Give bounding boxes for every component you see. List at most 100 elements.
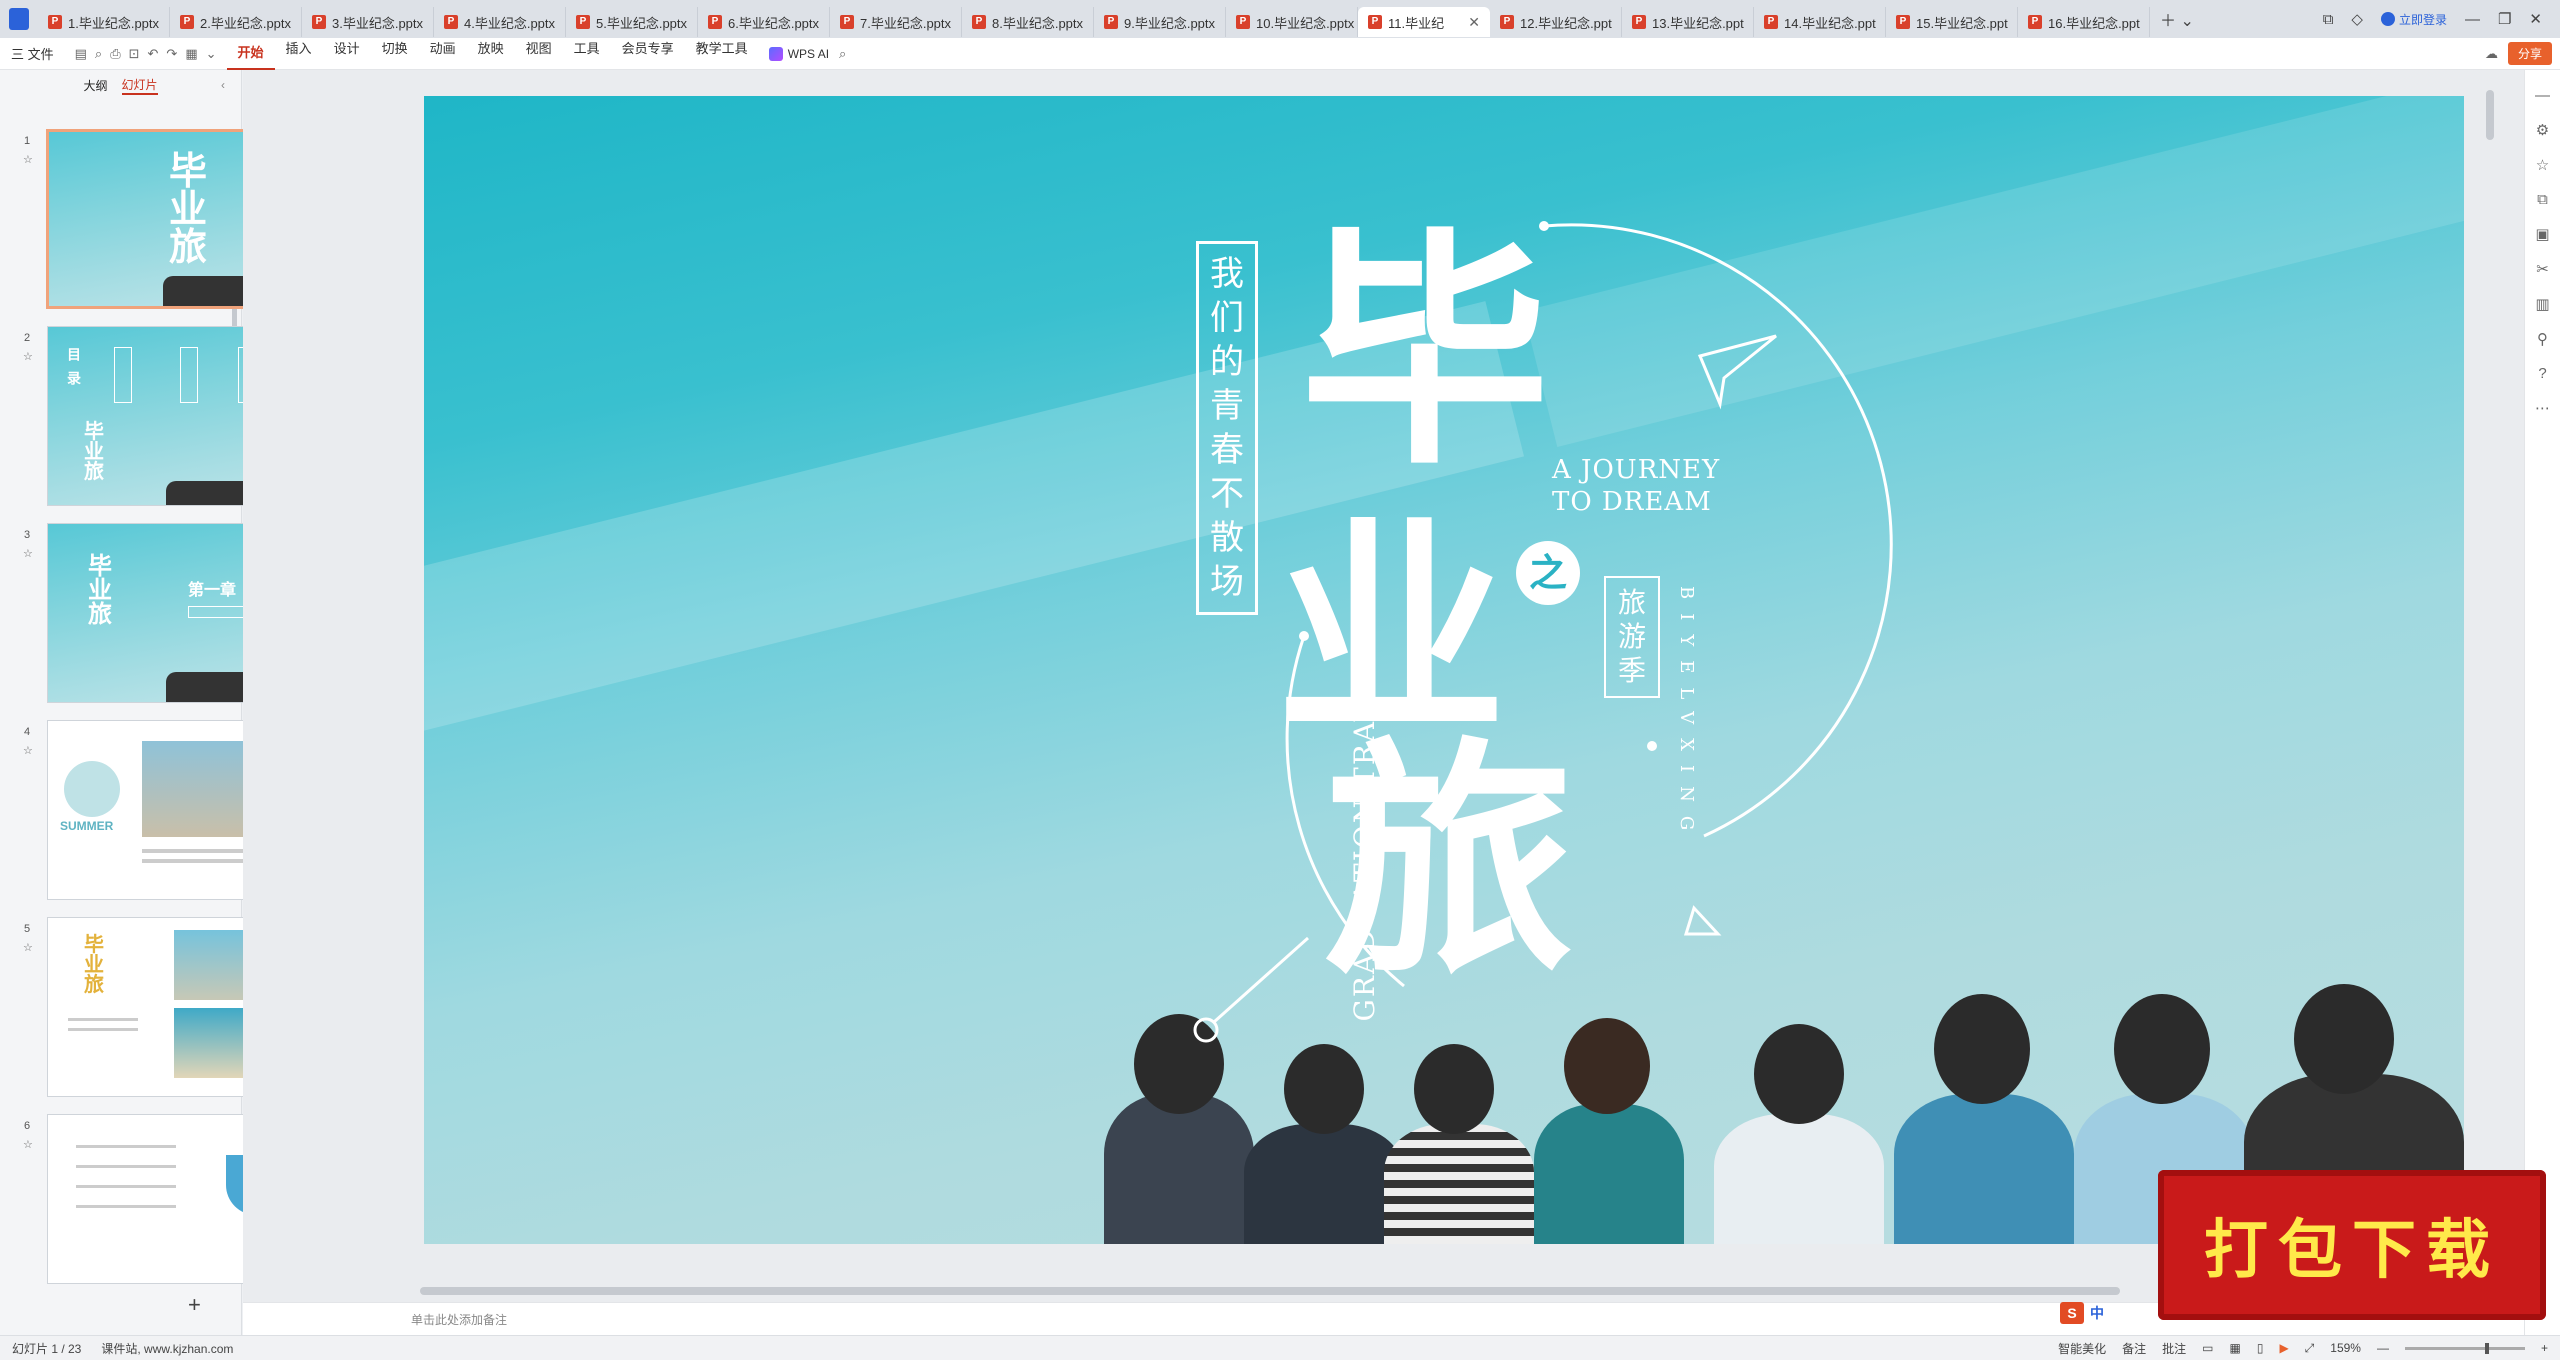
help-icon[interactable]: ? [2525,365,2560,382]
play-icon[interactable]: ▶ [2279,1341,2288,1355]
redo-icon[interactable]: ↷ [166,46,177,62]
save-icon[interactable]: ▤ [75,46,87,62]
zoom-level[interactable]: 159% [2330,1341,2361,1355]
minimize-icon[interactable]: — [2465,11,2480,28]
normal-view-icon[interactable]: ▭ [2202,1341,2213,1355]
share-button[interactable]: 分享 [2507,42,2552,65]
user-avatar-icon [2380,12,2395,26]
restore-icon[interactable]: ❐ [2498,10,2511,28]
copy-icon[interactable]: ⧉ [2525,191,2560,208]
zoom-in-icon[interactable]: + [2541,1341,2548,1355]
star-icon[interactable]: ☆ [23,1138,33,1151]
current-slide[interactable]: 我们的青春不散场 毕 业 旅 之 A JOURNEY TO DREAM 旅游季 … [424,96,2464,1244]
ribbon-tab[interactable]: 教学工具 [685,38,759,70]
tools-icon[interactable]: ✂ [2525,260,2560,278]
file-menu[interactable]: 三 文件 [0,44,65,63]
ribbon-tab[interactable]: 设计 [323,38,371,70]
file-tab[interactable]: P 16.毕业纪念.ppt [2018,7,2150,37]
file-tab[interactable]: P 8.毕业纪念.pptx [962,7,1094,37]
zhi-badge: 之 [1516,541,1580,605]
slide-horizontal-scrollbar[interactable] [420,1287,2120,1295]
star-icon[interactable]: ☆ [23,547,33,560]
cube-icon[interactable]: ◇ [2351,10,2363,28]
search-icon[interactable]: ⌕ [839,46,846,62]
title-char-2: 业 [1276,496,1507,766]
pptx-file-icon: P [1236,15,1250,29]
pinyin-text: BIYELVXING [1676,586,1697,845]
undo-icon[interactable]: ↶ [148,46,159,62]
pptx-file-icon: P [1632,15,1646,29]
adjust-icon[interactable]: ⚙ [2525,121,2560,139]
image-icon[interactable]: ▣ [2525,225,2560,243]
wps-app-icon[interactable] [0,0,38,38]
dropdown-icon[interactable]: ⌄ [206,46,217,62]
file-tab[interactable]: P 14.毕业纪念.ppt [1754,7,1886,37]
collapse-panel-icon[interactable]: ‹ [221,78,225,92]
slides-tab[interactable]: 幻灯片 [121,76,158,95]
ribbon-tab[interactable]: 开始 [226,38,275,70]
ribbon-tab[interactable]: 切换 [371,38,419,70]
window-layout-icon[interactable]: ⧉ [2323,11,2334,28]
open-icon[interactable]: ⌕ [95,46,102,62]
file-tab[interactable]: P 7.毕业纪念.pptx [830,7,962,37]
print-icon[interactable]: ⎙ [110,46,120,62]
cloud-icon[interactable]: ☁ [2485,46,2498,62]
reading-view-icon[interactable]: ▯ [2257,1341,2264,1355]
book-icon[interactable]: ▥ [2525,295,2560,313]
file-tab[interactable]: P 11.毕业纪 ✕ [1358,7,1490,37]
pptx-file-icon: P [444,15,458,29]
pptx-file-icon: P [576,15,590,29]
ribbon-tab[interactable]: 视图 [515,38,563,70]
wps-ai-button[interactable]: WPS AI [759,46,839,61]
fit-icon[interactable]: ⤢ [2305,1341,2315,1356]
ribbon-tab[interactable]: 插入 [275,38,323,70]
file-tab[interactable]: P 10.毕业纪念.pptx [1226,7,1358,37]
beautify-button[interactable]: 智能美化 [2058,1340,2106,1357]
ribbon-tab[interactable]: 会员专享 [611,38,685,70]
ime-indicator[interactable]: S 中 [2060,1302,2104,1324]
slide-counter: 幻灯片 1 / 23 [12,1341,82,1356]
star-icon[interactable]: ☆ [23,744,33,757]
outline-tab[interactable]: 大纲 [83,77,107,94]
english-line-1: A JOURNEY [1552,455,1721,485]
comments-button[interactable]: 批注 [2162,1340,2186,1357]
slide-vertical-scrollbar[interactable] [2486,90,2494,140]
minus-icon[interactable]: — [2525,87,2560,104]
file-tab[interactable]: P 12.毕业纪念.ppt [1490,7,1622,37]
close-tab-icon[interactable]: ✕ [1468,14,1480,31]
sorter-view-icon[interactable]: ▦ [2229,1341,2240,1355]
zoom-out-icon[interactable]: — [2377,1341,2389,1355]
title-char-1: 毕 [1300,204,1550,498]
ribbon-tab[interactable]: 工具 [563,38,611,70]
file-tab[interactable]: P 9.毕业纪念.pptx [1094,7,1226,37]
ribbon-tab[interactable]: 放映 [467,38,515,70]
star-tool-icon[interactable]: ☆ [2525,156,2560,174]
file-tab[interactable]: P 4.毕业纪念.pptx [434,7,566,37]
zoom-slider[interactable] [2404,1342,2525,1354]
star-icon[interactable]: ☆ [23,350,33,363]
preview-icon[interactable]: ⊡ [129,46,140,62]
pptx-file-icon: P [1368,15,1382,29]
format-painter-icon[interactable]: ▦ [185,46,197,62]
notes-button[interactable]: 备注 [2122,1340,2146,1357]
download-promo-badge[interactable]: 打包下载 [2158,1170,2546,1320]
file-tab[interactable]: P 1.毕业纪念.pptx [38,7,170,37]
ribbon-tab[interactable]: 动画 [419,38,467,70]
season-box: 旅游季 [1604,576,1660,698]
more-icon[interactable]: ⋯ [2525,399,2560,417]
star-icon[interactable]: ☆ [23,941,33,954]
add-slide-icon[interactable]: + [188,1292,201,1318]
file-tab[interactable]: P 13.毕业纪念.ppt [1622,7,1754,37]
pptx-file-icon: P [840,15,854,29]
file-tab[interactable]: P 3.毕业纪念.pptx [302,7,434,37]
file-tab[interactable]: P 5.毕业纪念.pptx [566,7,698,37]
close-window-icon[interactable]: ✕ [2529,10,2542,28]
login-button[interactable]: 立即登录 [2380,11,2447,28]
file-tab[interactable]: P 15.毕业纪念.ppt [1886,7,2018,37]
star-icon[interactable]: ☆ [23,153,33,166]
file-tab[interactable]: P 2.毕业纪念.pptx [170,7,302,37]
new-tab-plus-icon[interactable]: ＋ ⌄ [2150,7,2204,31]
pptx-file-icon: P [972,15,986,29]
file-tab[interactable]: P 6.毕业纪念.pptx [698,7,830,37]
pin-icon[interactable]: ⚲ [2525,330,2560,348]
